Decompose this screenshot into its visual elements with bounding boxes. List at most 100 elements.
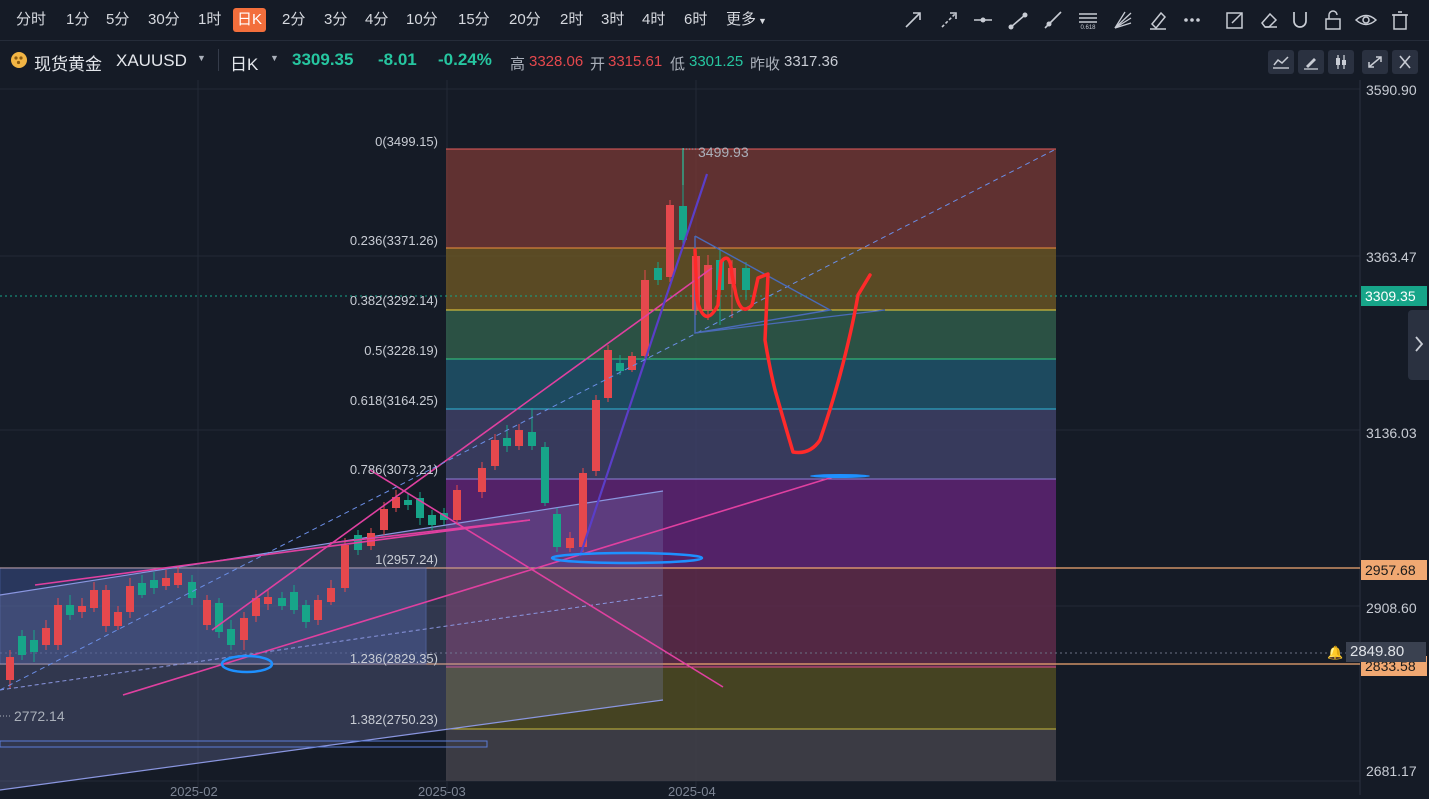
candle-body xyxy=(162,578,170,586)
candle-body xyxy=(264,597,272,604)
arrow-line-icon[interactable] xyxy=(901,8,925,32)
last-price-tag: 3309.35 xyxy=(1361,286,1427,306)
highlighter-icon[interactable] xyxy=(1146,8,1170,32)
fib-level-1: 1(2957.24) xyxy=(375,552,438,567)
candle-body xyxy=(404,500,412,505)
tf-3m[interactable]: 3分 xyxy=(320,8,351,32)
more-tools-icon[interactable] xyxy=(1180,8,1204,32)
candle-body xyxy=(54,605,62,645)
high-label: 高 xyxy=(510,56,526,73)
candle-body xyxy=(290,592,298,610)
tf-daily[interactable]: 日K xyxy=(233,8,267,32)
tf-6h[interactable]: 6时 xyxy=(680,8,711,32)
alarm-bell-icon[interactable]: 🔔 xyxy=(1327,645,1343,661)
tf-15m[interactable]: 15分 xyxy=(454,8,494,32)
candle-body xyxy=(453,490,461,520)
candle-body xyxy=(174,573,182,585)
chevron-right-icon xyxy=(1415,336,1424,352)
draw-tool-icon[interactable] xyxy=(1298,50,1324,74)
period-caret-icon[interactable]: ▼ xyxy=(270,53,279,63)
candle-body xyxy=(616,363,624,371)
fib-level-0618: 0.618(3164.25) xyxy=(349,393,438,408)
last-price: 3309.35 xyxy=(292,50,354,69)
tf-2h[interactable]: 2时 xyxy=(556,8,587,32)
tf-4m[interactable]: 4分 xyxy=(361,8,392,32)
candle-body xyxy=(203,600,211,625)
eraser-icon[interactable] xyxy=(1257,8,1281,32)
symbol-code[interactable]: XAUUSD xyxy=(116,51,187,71)
candle-body xyxy=(314,600,322,620)
unlock-icon[interactable] xyxy=(1321,8,1345,32)
dashed-arrow-icon[interactable] xyxy=(937,8,961,32)
candle-body xyxy=(553,514,561,547)
period-select[interactable]: 日K xyxy=(230,50,258,75)
ray-icon[interactable] xyxy=(1041,8,1065,32)
candle-body xyxy=(654,268,662,280)
eye-icon[interactable] xyxy=(1354,8,1378,32)
symbol-caret-icon[interactable]: ▼ xyxy=(197,53,206,63)
candle-body xyxy=(6,657,14,680)
fan-icon[interactable] xyxy=(1111,8,1135,32)
symbol-name[interactable]: 现货黄金 xyxy=(34,50,102,75)
fibonacci-icon[interactable]: 0.618 xyxy=(1076,8,1100,32)
trend-line-icon[interactable] xyxy=(1006,8,1030,32)
tf-more[interactable]: 更多 ▼ xyxy=(722,8,771,32)
candle-body xyxy=(240,618,248,640)
candle-body xyxy=(541,447,549,503)
candle-body xyxy=(66,605,74,615)
candle-body xyxy=(78,606,86,612)
price-axis-label: 3363.47 xyxy=(1366,249,1417,265)
fib-level-0382: 0.382(3292.14) xyxy=(349,293,438,308)
fib-level-0236: 0.236(3371.26) xyxy=(349,233,438,248)
candle-body xyxy=(42,628,50,645)
chart-style-icon[interactable] xyxy=(1268,50,1294,74)
tf-4h[interactable]: 4时 xyxy=(638,8,669,32)
tf-1m[interactable]: 1分 xyxy=(62,8,93,32)
candle-body xyxy=(126,586,134,612)
candle-body xyxy=(666,205,674,277)
high-value: 3328.06 xyxy=(529,53,584,70)
tf-fenshi[interactable]: 分时 xyxy=(12,8,50,32)
low-label: 低 xyxy=(670,56,686,73)
magnet-icon[interactable] xyxy=(1288,8,1312,32)
candlestick-chart[interactable]: 3499.93 2772.14 xyxy=(0,80,1429,795)
gold-coin-icon xyxy=(10,51,28,73)
expand-panel-button[interactable] xyxy=(1408,310,1429,380)
edit-icon[interactable] xyxy=(1223,8,1247,32)
prev-close-value: 3317.36 xyxy=(784,53,839,70)
tf-5m[interactable]: 5分 xyxy=(102,8,133,32)
price-axis-label: 3590.90 xyxy=(1366,82,1417,98)
candle-body xyxy=(367,533,375,546)
date-axis-label: 2025-02 xyxy=(170,784,218,799)
candle-body xyxy=(742,268,750,290)
tf-10m[interactable]: 10分 xyxy=(402,8,442,32)
candle-body xyxy=(503,438,511,446)
fullscreen-icon[interactable] xyxy=(1362,50,1388,74)
open-value: 3315.61 xyxy=(608,53,663,70)
candle-body xyxy=(278,598,286,606)
fib-level-1236: 1.236(2829.35) xyxy=(349,651,438,666)
trash-icon[interactable] xyxy=(1388,8,1412,32)
date-axis-label: 2025-03 xyxy=(418,784,466,799)
candle-body xyxy=(102,590,110,626)
tf-30m[interactable]: 30分 xyxy=(144,8,184,32)
tf-2m[interactable]: 2分 xyxy=(278,8,309,32)
fib-level-05: 0.5(3228.19) xyxy=(364,343,438,358)
tf-3h[interactable]: 3时 xyxy=(597,8,628,32)
candle-body xyxy=(491,440,499,466)
horizontal-line-icon[interactable] xyxy=(971,8,995,32)
caret-down-icon: ▼ xyxy=(758,16,767,26)
tf-20m[interactable]: 20分 xyxy=(505,8,545,32)
indicator-icon[interactable] xyxy=(1328,50,1354,74)
tf-1h[interactable]: 1时 xyxy=(194,8,225,32)
close-icon[interactable] xyxy=(1392,50,1418,74)
candle-body xyxy=(592,400,600,471)
candle-body xyxy=(604,350,612,398)
candle-body xyxy=(341,545,349,588)
candle-body xyxy=(566,538,574,548)
candle-body xyxy=(528,432,536,446)
fib-level-1382: 1.382(2750.23) xyxy=(349,712,438,727)
crosshair-price-tag: 2849.80 xyxy=(1346,642,1426,662)
price-change: -8.01 xyxy=(378,50,417,69)
date-axis-label: 2025-04 xyxy=(668,784,716,799)
